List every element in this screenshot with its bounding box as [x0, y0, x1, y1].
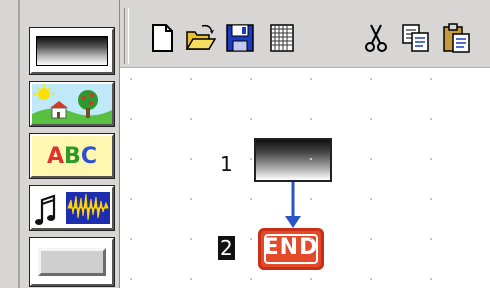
grid-dot [370, 238, 372, 240]
end-node-label: END [263, 235, 319, 260]
save-disk-icon [226, 24, 254, 52]
grid-dot [130, 238, 132, 240]
grid-dot [250, 158, 252, 160]
grid-dot [430, 118, 432, 120]
grid-dot [370, 78, 372, 80]
gradient-swatch-icon [36, 36, 108, 66]
text-tool[interactable]: ABC [29, 133, 115, 179]
grid-dot [190, 198, 192, 200]
grid-dot [430, 78, 432, 80]
cut-button[interactable] [360, 22, 392, 54]
grid-dot [430, 198, 432, 200]
grid-dot [370, 118, 372, 120]
grid-dot [250, 118, 252, 120]
grid-dot [250, 198, 252, 200]
grid-dot [190, 238, 192, 240]
button-tool[interactable] [29, 237, 115, 287]
grid-dot [370, 278, 372, 280]
grid-dot [430, 278, 432, 280]
step-number-1: 1 [220, 152, 233, 176]
grid-dot [190, 78, 192, 80]
copy-button[interactable] [400, 22, 432, 54]
grid-dot [190, 158, 192, 160]
toolbar-grip [124, 8, 129, 64]
picture-tool[interactable] [29, 81, 115, 127]
flow-arrow-down-icon [285, 182, 301, 228]
new-document-icon [152, 24, 173, 52]
grid-dot [370, 198, 372, 200]
flow-node-gradient-background[interactable] [254, 138, 332, 182]
paste-clipboard-icon [443, 23, 470, 53]
palette-divider [18, 0, 20, 288]
scissors-icon [365, 24, 387, 52]
abc-letter-a: A [47, 144, 65, 169]
gradient-background-tool[interactable] [29, 27, 115, 75]
grid-dot [430, 238, 432, 240]
grid-dot [310, 118, 312, 120]
grid-dot [310, 78, 312, 80]
grid-dot [310, 278, 312, 280]
grid-dot [190, 278, 192, 280]
flow-node-end[interactable]: END [258, 228, 324, 270]
grid-icon [270, 24, 294, 52]
grid-dot [250, 78, 252, 80]
abc-text-icon: ABC [32, 144, 112, 169]
grid-dot [310, 158, 312, 160]
save-button[interactable] [224, 22, 256, 54]
grid-dot [130, 78, 132, 80]
grid-dot [130, 118, 132, 120]
app-window: ABC 1 2 END [0, 0, 490, 288]
grid-dot [130, 158, 132, 160]
grid-dot [310, 238, 312, 240]
flow-canvas[interactable]: 1 2 END [120, 68, 490, 288]
tool-palette: ABC [0, 0, 120, 288]
open-button[interactable] [184, 22, 216, 54]
abc-letter-b: B [64, 144, 81, 169]
new-button[interactable] [146, 22, 178, 54]
grid-dot [250, 278, 252, 280]
grid-dot [370, 158, 372, 160]
abc-letter-c: C [80, 144, 97, 169]
music-waveform-icon [35, 192, 110, 225]
grid-button[interactable] [266, 22, 298, 54]
sound-tool[interactable] [29, 185, 115, 231]
grid-dot [430, 158, 432, 160]
grid-dot [190, 118, 192, 120]
landscape-picture-icon [32, 84, 112, 124]
open-folder-icon [185, 24, 216, 50]
paste-button[interactable] [440, 22, 472, 54]
grid-dot [250, 238, 252, 240]
button-shape-icon [38, 248, 106, 276]
grid-dot [130, 278, 132, 280]
toolbar [120, 0, 490, 68]
grid-dot [130, 198, 132, 200]
copy-icon [402, 24, 429, 52]
step-number-2: 2 [218, 236, 235, 260]
grid-dot [310, 198, 312, 200]
